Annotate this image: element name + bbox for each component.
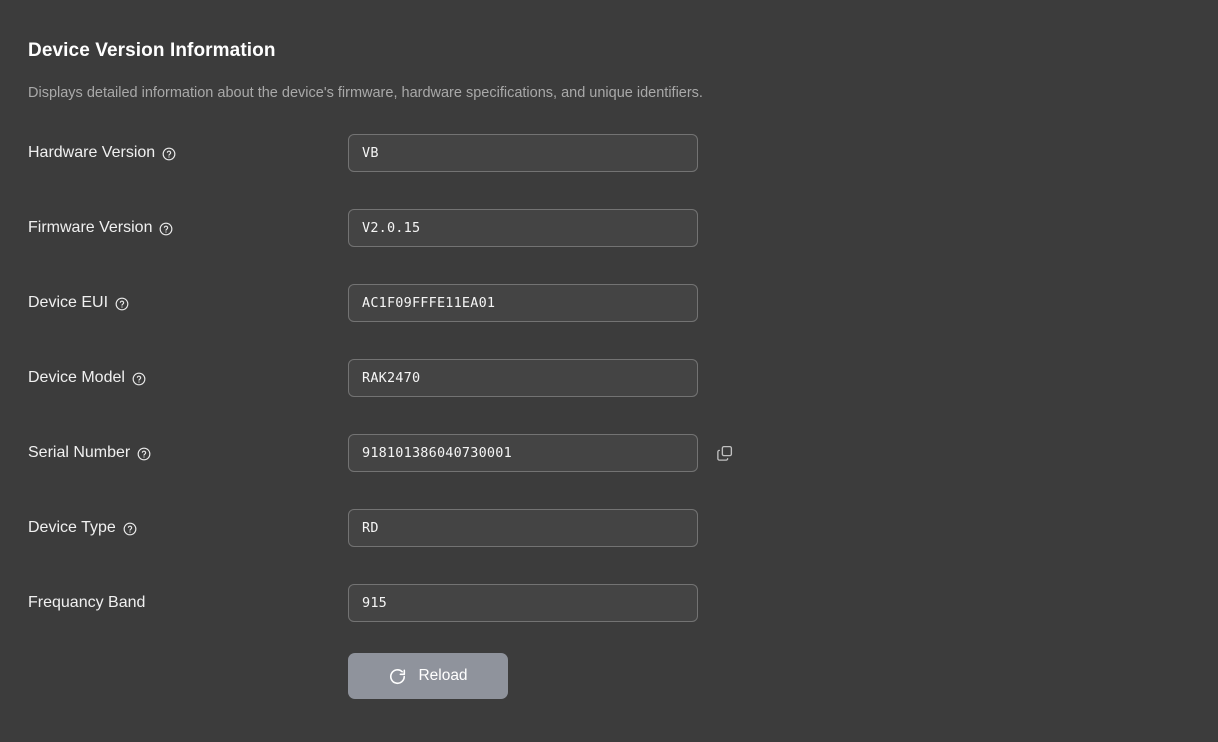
input-frequancy-band[interactable] bbox=[348, 584, 698, 622]
field-label-device-eui: Device EUI bbox=[28, 293, 348, 313]
field-label-text: Device Type bbox=[28, 519, 116, 536]
field-label-device-type: Device Type bbox=[28, 518, 348, 538]
input-device-type[interactable] bbox=[348, 509, 698, 547]
form-row-device-model: Device Model bbox=[28, 353, 1218, 403]
form-row-hardware-version: Hardware Version bbox=[28, 128, 1218, 178]
input-device-eui[interactable] bbox=[348, 284, 698, 322]
help-circle-icon[interactable] bbox=[162, 147, 176, 161]
field-control-frequancy-band bbox=[348, 584, 698, 622]
form-row-frequancy-band: Frequancy Band bbox=[28, 578, 1218, 628]
field-label-device-model: Device Model bbox=[28, 368, 348, 388]
field-control-device-type bbox=[348, 509, 698, 547]
field-label-text: Device EUI bbox=[28, 294, 109, 311]
copy-icon[interactable] bbox=[716, 444, 734, 462]
form-row-firmware-version: Firmware Version bbox=[28, 203, 1218, 253]
device-version-page: Device Version Information Displays deta… bbox=[0, 0, 1218, 742]
field-label-firmware-version: Firmware Version bbox=[28, 218, 348, 238]
help-circle-icon[interactable] bbox=[115, 297, 129, 311]
field-label-text: Hardware Version bbox=[28, 144, 156, 161]
field-control-device-eui bbox=[348, 284, 698, 322]
form-row-serial-number: Serial Number bbox=[28, 428, 1218, 478]
help-circle-icon[interactable] bbox=[132, 372, 146, 386]
refresh-icon bbox=[388, 667, 407, 686]
page-title: Device Version Information bbox=[28, 40, 276, 61]
help-circle-icon[interactable] bbox=[159, 222, 173, 236]
field-label-text: Serial Number bbox=[28, 444, 131, 461]
device-info-form: Hardware Version Firmware Version Device E… bbox=[28, 128, 1218, 628]
form-actions: Reload bbox=[28, 653, 1218, 699]
page-description: Displays detailed information about the … bbox=[28, 85, 703, 101]
field-label-text: Device Model bbox=[28, 369, 125, 386]
field-label-frequancy-band: Frequancy Band bbox=[28, 593, 348, 613]
device-version-panel: Device Version Information Displays deta… bbox=[0, 0, 1218, 699]
help-circle-icon[interactable] bbox=[123, 522, 137, 536]
field-control-firmware-version bbox=[348, 209, 698, 247]
field-control-device-model bbox=[348, 359, 698, 397]
reload-button[interactable]: Reload bbox=[348, 653, 508, 699]
form-row-device-eui: Device EUI bbox=[28, 278, 1218, 328]
field-label-text: Frequancy Band bbox=[28, 594, 146, 611]
reload-button-label: Reload bbox=[418, 667, 468, 684]
field-control-serial-number bbox=[348, 434, 734, 472]
field-label-serial-number: Serial Number bbox=[28, 443, 348, 463]
input-device-model[interactable] bbox=[348, 359, 698, 397]
input-firmware-version[interactable] bbox=[348, 209, 698, 247]
field-label-hardware-version: Hardware Version bbox=[28, 143, 348, 163]
input-hardware-version[interactable] bbox=[348, 134, 698, 172]
field-control-hardware-version bbox=[348, 134, 698, 172]
field-label-text: Firmware Version bbox=[28, 219, 153, 236]
input-serial-number[interactable] bbox=[348, 434, 698, 472]
form-row-device-type: Device Type bbox=[28, 503, 1218, 553]
help-circle-icon[interactable] bbox=[137, 447, 151, 461]
